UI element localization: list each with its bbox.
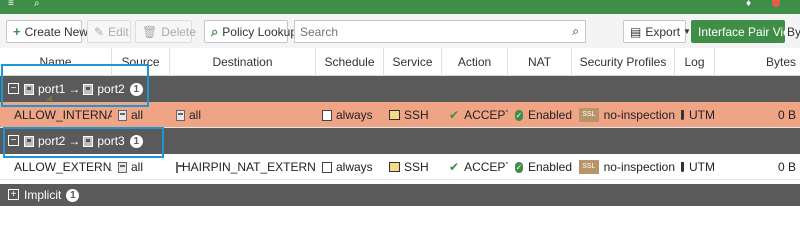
cell-bytes: 0 B xyxy=(777,160,796,174)
cell-service: SSH xyxy=(389,154,442,180)
interface-pair-view-label: Interface Pair View xyxy=(698,24,799,39)
profile-value: no-inspection xyxy=(603,160,675,174)
cell-log: UTM xyxy=(681,154,715,180)
cell-security-profiles: SSL no-inspection xyxy=(579,102,675,128)
schedule-value: always xyxy=(336,160,373,174)
ssl-badge: SSL xyxy=(579,108,599,122)
cell-action: ✔ ACCEPT xyxy=(449,102,508,128)
search-field[interactable]: ⌕ xyxy=(294,20,586,43)
create-new-button[interactable]: + Create New xyxy=(6,20,88,43)
address-object-icon xyxy=(118,109,127,121)
column-header-bytes[interactable]: Bytes xyxy=(715,48,800,76)
pencil-icon: ✎ xyxy=(94,24,105,39)
highlight-callout xyxy=(3,127,164,158)
trash-icon: 🗑 xyxy=(142,24,158,39)
interface-pair-view-button[interactable]: Interface Pair View xyxy=(691,20,799,43)
check-icon: ✔ xyxy=(449,160,460,174)
search-icon[interactable]: ⌕ xyxy=(34,0,40,10)
policy-lookup-label: Policy Lookup xyxy=(222,24,297,39)
policy-lookup-button[interactable]: ⌕ Policy Lookup xyxy=(204,20,297,43)
log-value: UTM xyxy=(689,108,715,122)
address-object-icon xyxy=(176,161,183,173)
highlight-callout xyxy=(1,64,149,107)
cell-security-profiles: SSL no-inspection xyxy=(579,154,675,180)
schedule-value: always xyxy=(336,108,373,122)
address-object-icon xyxy=(118,161,127,173)
cell-nat: ✓ Enabled xyxy=(515,154,572,180)
policy-count-badge: 1 xyxy=(66,188,80,202)
column-header-service[interactable]: Service xyxy=(384,48,442,76)
document-icon: ▤ xyxy=(630,24,642,39)
implicit-label-wrap: Implicit 1 xyxy=(24,188,80,202)
search-input[interactable] xyxy=(295,24,559,39)
column-header-destination[interactable]: Destination xyxy=(170,48,316,76)
edit-button[interactable]: ✎ Edit xyxy=(87,20,131,43)
service-icon xyxy=(389,162,400,172)
delete-button[interactable]: 🗑 Delete xyxy=(135,20,196,43)
cell-service: SSH xyxy=(389,102,442,128)
shield-icon xyxy=(681,162,684,172)
create-new-label: Create New xyxy=(24,24,88,39)
by-sequence-label[interactable]: By xyxy=(787,25,800,39)
cell-schedule: always xyxy=(322,154,384,180)
search-icon: ⌕ xyxy=(211,23,219,39)
action-value: ACCEPT xyxy=(464,108,508,122)
column-header-action[interactable]: Action xyxy=(442,48,508,76)
source-value: all xyxy=(131,160,144,174)
notification-badge xyxy=(772,0,780,7)
check-circle-icon: ✓ xyxy=(515,161,523,173)
service-icon xyxy=(389,110,400,120)
destination-value: HAIRPIN_NAT_EXTERNAL xyxy=(182,160,316,174)
column-header-schedule[interactable]: Schedule xyxy=(316,48,384,76)
cell-destination: all xyxy=(176,102,316,128)
service-value: SSH xyxy=(404,108,429,122)
cell-schedule: always xyxy=(322,102,384,128)
nat-value: Enabled xyxy=(527,160,572,174)
mouse-cursor-icon: ☝ xyxy=(46,95,53,107)
toolbar: + Create New ✎ Edit 🗑 Delete ⌕ Policy Lo… xyxy=(0,14,800,48)
hamburger-icon[interactable]: ≡ xyxy=(8,0,14,10)
column-header-nat[interactable]: NAT xyxy=(508,48,572,76)
nat-value: Enabled xyxy=(527,108,572,122)
export-dropdown[interactable]: ▤ Export ▼ xyxy=(623,20,691,43)
log-value: UTM xyxy=(689,160,715,174)
destination-value: all xyxy=(189,108,202,122)
bell-icon[interactable]: ♦ xyxy=(746,0,751,10)
service-value: SSH xyxy=(404,160,429,174)
cell-action: ✔ ACCEPT xyxy=(449,154,508,180)
cell-nat: ✓ Enabled xyxy=(515,102,572,128)
cell-log: UTM xyxy=(681,102,715,128)
action-value: ACCEPT xyxy=(464,160,508,174)
shield-icon xyxy=(681,110,684,120)
export-label: Export xyxy=(645,24,681,39)
search-icon[interactable]: ⌕ xyxy=(572,24,579,39)
profile-value: no-inspection xyxy=(603,108,675,122)
expand-toggle-icon[interactable]: + xyxy=(8,189,19,200)
cell-bytes: 0 B xyxy=(777,108,796,122)
check-icon: ✔ xyxy=(449,108,460,122)
check-circle-icon: ✓ xyxy=(515,109,523,121)
delete-label: Delete xyxy=(161,24,196,39)
implicit-policy-group[interactable]: + Implicit 1 xyxy=(0,184,800,206)
cell-destination: HAIRPIN_NAT_EXTERNAL xyxy=(176,154,316,180)
top-navigation-bar: ≡ ⌕ ♦ xyxy=(0,0,800,14)
caret-down-icon: ▼ xyxy=(683,27,691,36)
implicit-label: Implicit xyxy=(24,188,62,202)
edit-label: Edit xyxy=(108,24,129,39)
ssl-badge: SSL xyxy=(579,160,599,174)
calendar-icon xyxy=(322,161,332,173)
column-header-log[interactable]: Log xyxy=(675,48,715,76)
calendar-icon xyxy=(322,109,332,121)
column-header-security-profiles[interactable]: Security Profiles xyxy=(572,48,675,76)
address-object-icon xyxy=(176,109,185,121)
source-value: all xyxy=(131,108,144,122)
plus-icon: + xyxy=(13,24,21,39)
